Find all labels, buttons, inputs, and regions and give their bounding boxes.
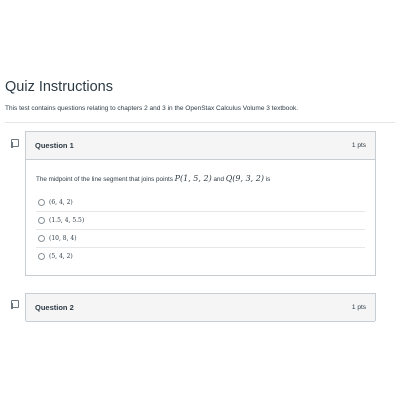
question-header: Question 2 1 pts — [26, 294, 375, 322]
answer-option[interactable]: (10, 8, 4) — [36, 229, 365, 247]
question-text-start: The midpoint of the line segment that jo… — [36, 176, 175, 183]
flag-question-icon[interactable] — [11, 300, 19, 309]
question-name: Question 2 — [35, 303, 74, 312]
divider — [5, 122, 395, 123]
radio-unselected-icon[interactable] — [38, 217, 45, 224]
question-points: 1 pts — [351, 304, 366, 311]
question-text: The midpoint of the line segment that jo… — [36, 174, 365, 183]
radio-unselected-icon[interactable] — [38, 199, 45, 206]
question-text-end: is — [263, 176, 271, 183]
question-card-1: Question 1 1 pts The midpoint of the lin… — [25, 131, 376, 276]
answer-list: (6, 4, 2) (1.5, 4, 5.5) (10, 8, 4) (5, 4… — [36, 194, 365, 265]
answer-label: (10, 8, 4) — [49, 235, 77, 242]
question-name: Question 1 — [35, 141, 74, 150]
answer-option[interactable]: (5, 4, 2) — [36, 247, 365, 265]
point-p: P(1, 5, 2) — [174, 174, 212, 183]
question-points: 1 pts — [351, 142, 366, 149]
answer-label: (6, 4, 2) — [49, 199, 73, 206]
answer-option[interactable]: (1.5, 4, 5.5) — [36, 211, 365, 229]
quiz-description: This test contains questions relating to… — [5, 105, 299, 112]
answer-label: (5, 4, 2) — [49, 253, 73, 260]
question-card-2: Question 2 1 pts — [25, 293, 376, 322]
answer-option[interactable]: (6, 4, 2) — [36, 194, 365, 211]
radio-unselected-icon[interactable] — [38, 253, 45, 260]
point-q: Q(9, 3, 2) — [225, 174, 264, 183]
question-text-and: and — [211, 176, 226, 183]
quiz-title: Quiz Instructions — [5, 79, 113, 95]
question-header: Question 1 1 pts — [26, 132, 375, 160]
flag-question-icon[interactable] — [11, 139, 19, 148]
answer-label: (1.5, 4, 5.5) — [49, 217, 85, 224]
question-body: The midpoint of the line segment that jo… — [26, 160, 375, 275]
radio-unselected-icon[interactable] — [38, 235, 45, 242]
